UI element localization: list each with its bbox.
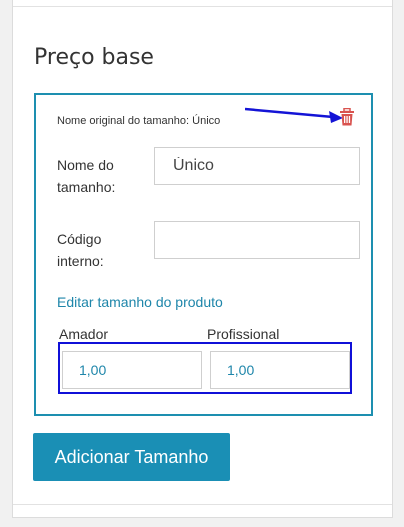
trash-icon (340, 107, 354, 126)
price-label-amador: Amador (59, 326, 109, 342)
divider (13, 6, 392, 7)
size-entry: Nome original do tamanho: Único Nome do … (34, 93, 373, 416)
divider (13, 504, 392, 505)
edit-size-link[interactable]: Editar tamanho do produto (57, 294, 223, 310)
delete-size-button[interactable] (339, 107, 355, 126)
add-size-button[interactable]: Adicionar Tamanho (33, 433, 230, 481)
size-name-input[interactable] (154, 147, 360, 185)
price-label-profissional: Profissional (207, 326, 280, 342)
annotation-arrow (245, 107, 343, 123)
internal-code-input[interactable] (154, 221, 360, 259)
price-panel: Preço base Nome original do tamanho: Úni… (12, 0, 393, 518)
size-name-label: Nome do tamanho: (57, 157, 116, 195)
section-title: Preço base (34, 45, 154, 70)
original-size-name: Nome original do tamanho: Único (57, 115, 221, 127)
price-input-amador[interactable] (62, 351, 202, 389)
price-input-profissional[interactable] (210, 351, 350, 389)
internal-code-label: Código interno: (57, 231, 104, 269)
price-highlight (58, 342, 352, 394)
